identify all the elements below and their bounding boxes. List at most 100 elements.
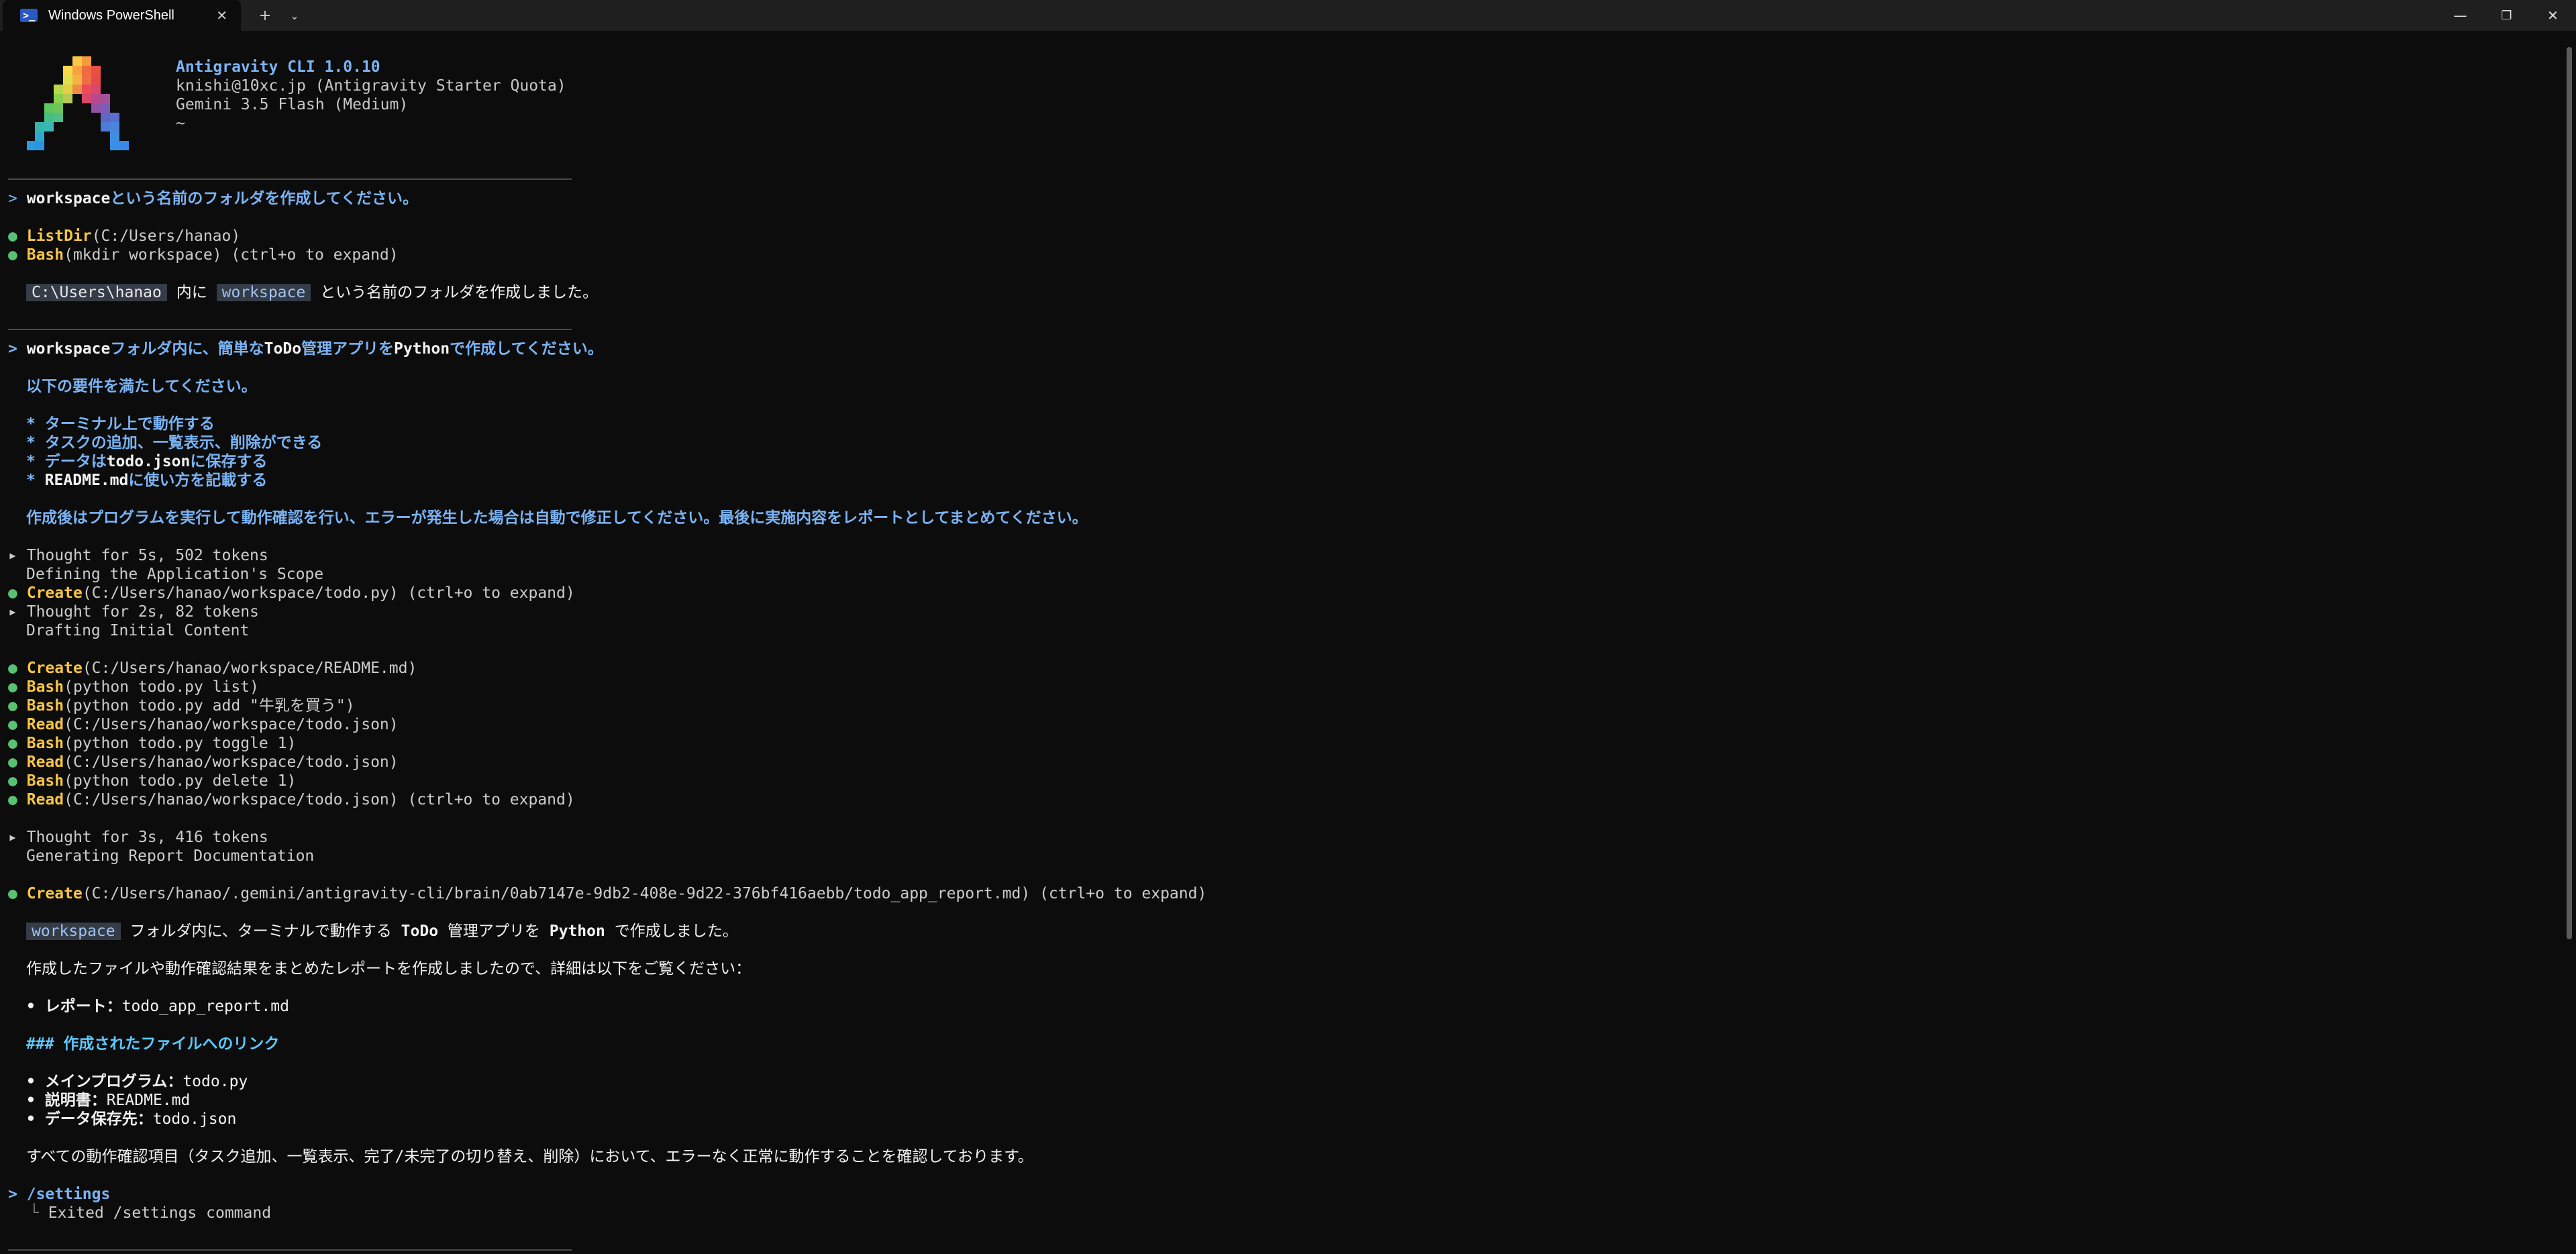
expand-triangle-icon: ▸ (8, 829, 17, 846)
assistant-result-1: C:\Users\hanao 内に workspace という名前のフォルダを作… (8, 283, 598, 302)
new-tab-plus-icon[interactable]: + (250, 0, 280, 31)
file-link-item: • 説明書：README.md (8, 1091, 190, 1110)
title-bar: >_ Windows PowerShell ✕ + ⌄ — ❐ ✕ (0, 0, 2576, 31)
prompt-bold: workspace (26, 190, 111, 207)
tool-call-create-report[interactable]: ● Create(C:/Users/hanao/.gemini/antigrav… (8, 884, 1206, 903)
tool-call: ● Bash(python todo.py list) (8, 678, 259, 696)
thought-toggle-3[interactable]: ▸ Thought for 3s, 416 tokens (8, 828, 268, 847)
thought-toggle-1[interactable]: ▸ Thought for 5s, 502 tokens (8, 546, 268, 565)
tool-args: (C:/Users/hanao) (91, 227, 241, 245)
thought-summary: Thought for 2s, 82 tokens (26, 603, 259, 621)
thought-subtitle: Drafting Initial Content (26, 622, 250, 639)
report-link-item: • レポート：todo_app_report.md (8, 997, 289, 1016)
expand-triangle-icon: ▸ (8, 603, 17, 621)
tool-args: (python todo.py add "牛乳を買う") (64, 697, 355, 715)
tool-args: (C:/Users/hanao/workspace/todo.json) (ct… (64, 791, 575, 808)
expand-triangle-icon: ▸ (8, 547, 17, 564)
prompt-text: で作成してください。 (450, 340, 603, 358)
tool-name: Create (26, 660, 83, 677)
divider (8, 1249, 572, 1251)
account-info: knishi@10xc.jp (Antigravity Starter Quot… (176, 77, 566, 95)
tool-name: Create (26, 885, 83, 902)
requirement-item: * データはtodo.jsonに保存する (8, 452, 267, 471)
tool-call: ● Bash(python todo.py delete 1) (8, 772, 296, 790)
status-dot: ● (8, 678, 17, 696)
tool-args: (C:/Users/hanao/.gemini/antigravity-cli/… (82, 885, 1207, 902)
tab-close-icon[interactable]: ✕ (216, 7, 227, 23)
status-dot: ● (8, 227, 17, 245)
user-prompt-1: > workspaceという名前のフォルダを作成してください。 (8, 189, 418, 208)
tool-name: Read (26, 791, 64, 808)
status-dot: ● (8, 791, 17, 808)
tool-call-listdir: ● ListDir(C:/Users/hanao) (8, 227, 240, 246)
req-text: * (26, 472, 45, 489)
thought-summary: Thought for 3s, 416 tokens (26, 829, 268, 846)
requirement-item: * README.mdに使い方を記載する (8, 471, 267, 490)
files-heading: ### 作成されたファイルへのリンク (26, 1035, 280, 1053)
tool-name: Read (26, 716, 64, 733)
status-dot: ● (8, 584, 17, 602)
result-text: という名前のフォルダを作成しました。 (320, 284, 599, 301)
req-bold: todo.json (106, 453, 191, 470)
path-chip: C:\Users\hanao (26, 284, 167, 301)
status-dot: ● (8, 697, 17, 715)
prompt-text: フォルダ内に、簡単な (110, 340, 264, 358)
command-result: └ Exited /settings command (8, 1204, 271, 1222)
tool-call: ● Read(C:/Users/hanao/workspace/todo.jso… (8, 715, 399, 734)
report-description: 作成したファイルや動作確認結果をまとめたレポートを作成しましたので、詳細は以下を… (26, 960, 752, 978)
prompt-marker: > (8, 190, 17, 207)
thought-subtitle: Defining the Application's Scope (26, 566, 324, 583)
restore-icon[interactable]: ❐ (2483, 0, 2530, 31)
status-dot: ● (8, 735, 17, 752)
tool-name: Bash (26, 697, 64, 715)
tool-name: Bash (26, 678, 64, 696)
status-dot: ● (8, 772, 17, 790)
tool-call[interactable]: ● Read(C:/Users/hanao/workspace/todo.jso… (8, 790, 575, 809)
tool-call: ● Create(C:/Users/hanao/workspace/README… (8, 659, 417, 678)
close-icon[interactable]: ✕ (2530, 0, 2576, 31)
tool-name: Bash (26, 246, 64, 264)
file-link-item: • メインプログラム：todo.py (8, 1072, 248, 1091)
req-text: * データは (26, 453, 107, 470)
tool-args: (C:/Users/hanao/workspace/README.md) (82, 660, 417, 677)
prompt-bold: ToDo (264, 340, 302, 358)
user-prompt-3: > /settings (8, 1185, 110, 1204)
tool-call-create[interactable]: ● Create(C:/Users/hanao/workspace/todo.p… (8, 584, 575, 603)
session-header: Antigravity CLI 1.0.10 knishi@10xc.jp (A… (176, 58, 566, 133)
file-link[interactable]: README.md (107, 1092, 191, 1109)
req-text: に使い方を記載する (128, 472, 268, 489)
tool-args: (python todo.py list) (64, 678, 259, 696)
folder-chip: workspace (216, 284, 311, 301)
prompt-text: 管理アプリを (301, 340, 395, 358)
prompt-marker: > (8, 340, 17, 358)
thought-toggle-2[interactable]: ▸ Thought for 2s, 82 tokens (8, 603, 259, 621)
scrollbar[interactable] (2567, 47, 2572, 939)
thought-subtitle: Generating Report Documentation (26, 847, 315, 865)
working-directory: ~ (176, 115, 185, 132)
minimize-icon[interactable]: — (2437, 0, 2483, 31)
status-dot: ● (8, 660, 17, 677)
result-text-mid: 内に (176, 284, 207, 301)
divider (8, 329, 572, 330)
req-text: に保存する (190, 453, 268, 470)
tab-windows-powershell[interactable]: >_ Windows PowerShell ✕ (3, 0, 241, 31)
tool-args: (python todo.py delete 1) (64, 772, 297, 790)
file-link[interactable]: todo.py (183, 1073, 248, 1090)
file-label: • 説明書： (26, 1092, 107, 1109)
tool-call: ● Bash(python todo.py add "牛乳を買う") (8, 696, 355, 715)
status-dot: ● (8, 885, 17, 902)
file-link[interactable]: todo.json (153, 1110, 237, 1128)
model-info: Gemini 3.5 Flash (Medium) (176, 96, 409, 113)
command-result-text: Exited /settings command (48, 1204, 272, 1222)
status-dot: ● (8, 753, 17, 771)
status-dot: ● (8, 246, 17, 264)
report-bold: Python (549, 923, 605, 940)
report-file-link[interactable]: todo_app_report.md (122, 998, 289, 1015)
tool-call: ● Read(C:/Users/hanao/workspace/todo.jso… (8, 753, 399, 772)
file-label: • メインプログラム： (26, 1073, 183, 1090)
thought-summary: Thought for 5s, 502 tokens (26, 547, 268, 564)
tab-dropdown-chevron-down-icon[interactable]: ⌄ (280, 0, 309, 31)
tab-title: Windows PowerShell (48, 7, 174, 23)
file-label: • データ保存先： (26, 1110, 153, 1128)
tool-call-bash[interactable]: ● Bash(mkdir workspace) (ctrl+o to expan… (8, 246, 399, 264)
